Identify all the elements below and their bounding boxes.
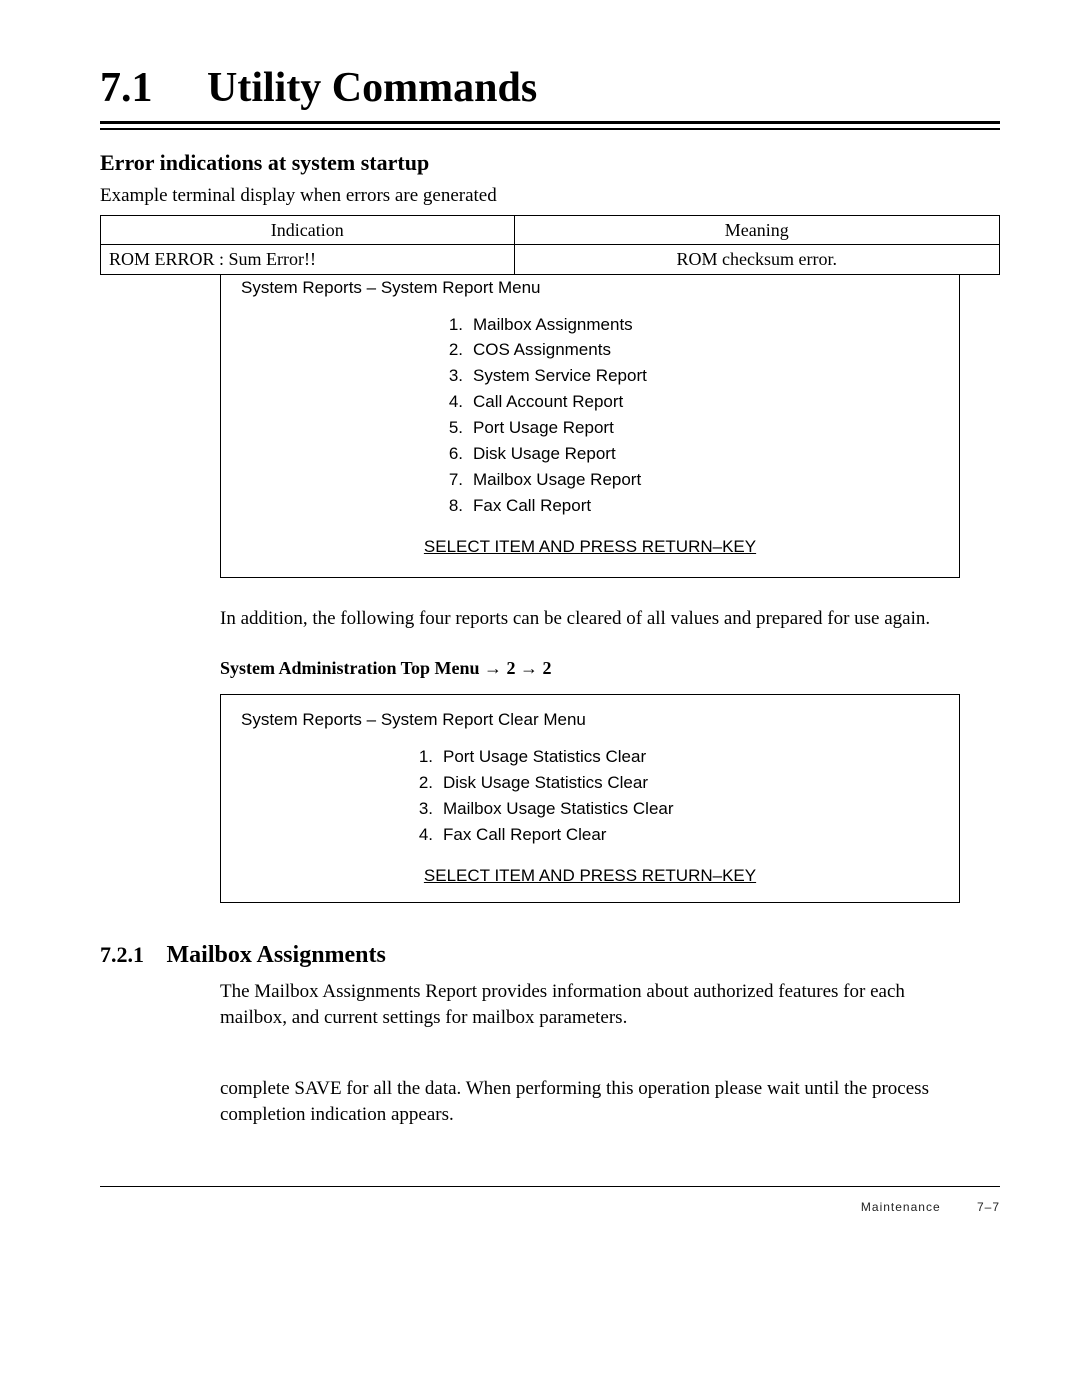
menu-list: 1. Port Usage Statistics Clear 2. Disk Usa… (241, 746, 939, 847)
terminal-clear-menu: System Reports – System Report Clear Men… (220, 694, 960, 903)
item-num: 7. (441, 469, 463, 492)
table-row: ROM ERROR : Sum Error!! ROM checksum err… (101, 245, 1000, 274)
item-num: 5. (441, 417, 463, 440)
list-item: 3. Mailbox Usage Statistics Clear (241, 798, 939, 821)
list-item: 7. Mailbox Usage Report (241, 469, 939, 492)
col-indication: Indication (101, 216, 515, 245)
item-label: System Service Report (473, 366, 647, 385)
list-item: 2. COS Assignments (241, 339, 939, 362)
item-label: Call Account Report (473, 392, 623, 411)
title-rule (100, 121, 1000, 130)
item-label: Disk Usage Report (473, 444, 616, 463)
subsection-error-indications: Error indications at system startup (100, 148, 1000, 178)
subsection-mailbox-assignments: 7.2.1 Mailbox Assignments (100, 939, 1000, 971)
menu-path: System Administration Top Menu → 2 → 2 (220, 656, 960, 680)
item-num: 4. (411, 824, 433, 847)
list-item: 1. Mailbox Assignments (241, 314, 939, 337)
paragraph: complete SAVE for all the data. When per… (220, 1076, 960, 1127)
item-num: 2. (411, 772, 433, 795)
list-item: 4. Call Account Report (241, 391, 939, 414)
item-label: Disk Usage Statistics Clear (443, 773, 648, 792)
subsection-number: 7.2.1 (100, 940, 144, 970)
item-num: 1. (411, 746, 433, 769)
item-label: Mailbox Assignments (473, 315, 633, 334)
terminal-report-menu: System Reports – System Report Menu 1. Ma… (220, 275, 960, 578)
footer-rule (100, 1186, 1000, 1187)
list-item: 3. System Service Report (241, 365, 939, 388)
intro-text: Example terminal display when errors are… (100, 183, 1000, 209)
cell-meaning: ROM checksum error. (514, 245, 999, 274)
terminal-title: System Reports – System Report Menu (241, 277, 939, 300)
item-num: 3. (411, 798, 433, 821)
section-title: Utility Commands (207, 60, 537, 117)
item-label: Fax Call Report (473, 496, 591, 515)
page-title-row: 7.1 Utility Commands (100, 60, 1000, 117)
list-item: 6. Disk Usage Report (241, 443, 939, 466)
footer-page: 7–7 (977, 1199, 1000, 1215)
item-num: 1. (441, 314, 463, 337)
col-meaning: Meaning (514, 216, 999, 245)
list-item: 2. Disk Usage Statistics Clear (241, 772, 939, 795)
item-num: 2. (441, 339, 463, 362)
subsection-title: Mailbox Assignments (167, 939, 386, 971)
section-number: 7.1 (100, 60, 153, 117)
select-prompt: SELECT ITEM AND PRESS RETURN–KEY (241, 865, 939, 888)
select-prompt: SELECT ITEM AND PRESS RETURN–KEY (241, 536, 939, 559)
item-label: Fax Call Report Clear (443, 825, 606, 844)
list-item: 1. Port Usage Statistics Clear (241, 746, 939, 769)
item-label: COS Assignments (473, 340, 611, 359)
menu-list: 1.Mailbox Assignments 2.COS Assignments … (241, 314, 939, 519)
table-header-row: Indication Meaning (101, 216, 1000, 245)
paragraph: The Mailbox Assignments Report provides … (220, 979, 960, 1030)
item-num: 4. (441, 391, 463, 414)
error-table: Indication Meaning ROM ERROR : Sum Error… (100, 215, 1000, 275)
list-item: 5. Port Usage Report (241, 417, 939, 440)
paragraph: In addition, the following four reports … (220, 606, 960, 632)
footer: Maintenance 7–7 (100, 1199, 1000, 1215)
item-label: Mailbox Usage Statistics Clear (443, 799, 674, 818)
item-num: 3. (441, 365, 463, 388)
list-item: 4. Fax Call Report Clear (241, 824, 939, 847)
item-label: Port Usage Statistics Clear (443, 747, 646, 766)
item-num: 8. (441, 495, 463, 518)
item-num: 6. (441, 443, 463, 466)
item-label: Port Usage Report (473, 418, 614, 437)
footer-label: Maintenance (861, 1200, 941, 1214)
terminal-title: System Reports – System Report Clear Men… (241, 709, 939, 732)
item-label: Mailbox Usage Report (473, 470, 641, 489)
cell-indication: ROM ERROR : Sum Error!! (101, 245, 515, 274)
list-item: 8. Fax Call Report (241, 495, 939, 518)
